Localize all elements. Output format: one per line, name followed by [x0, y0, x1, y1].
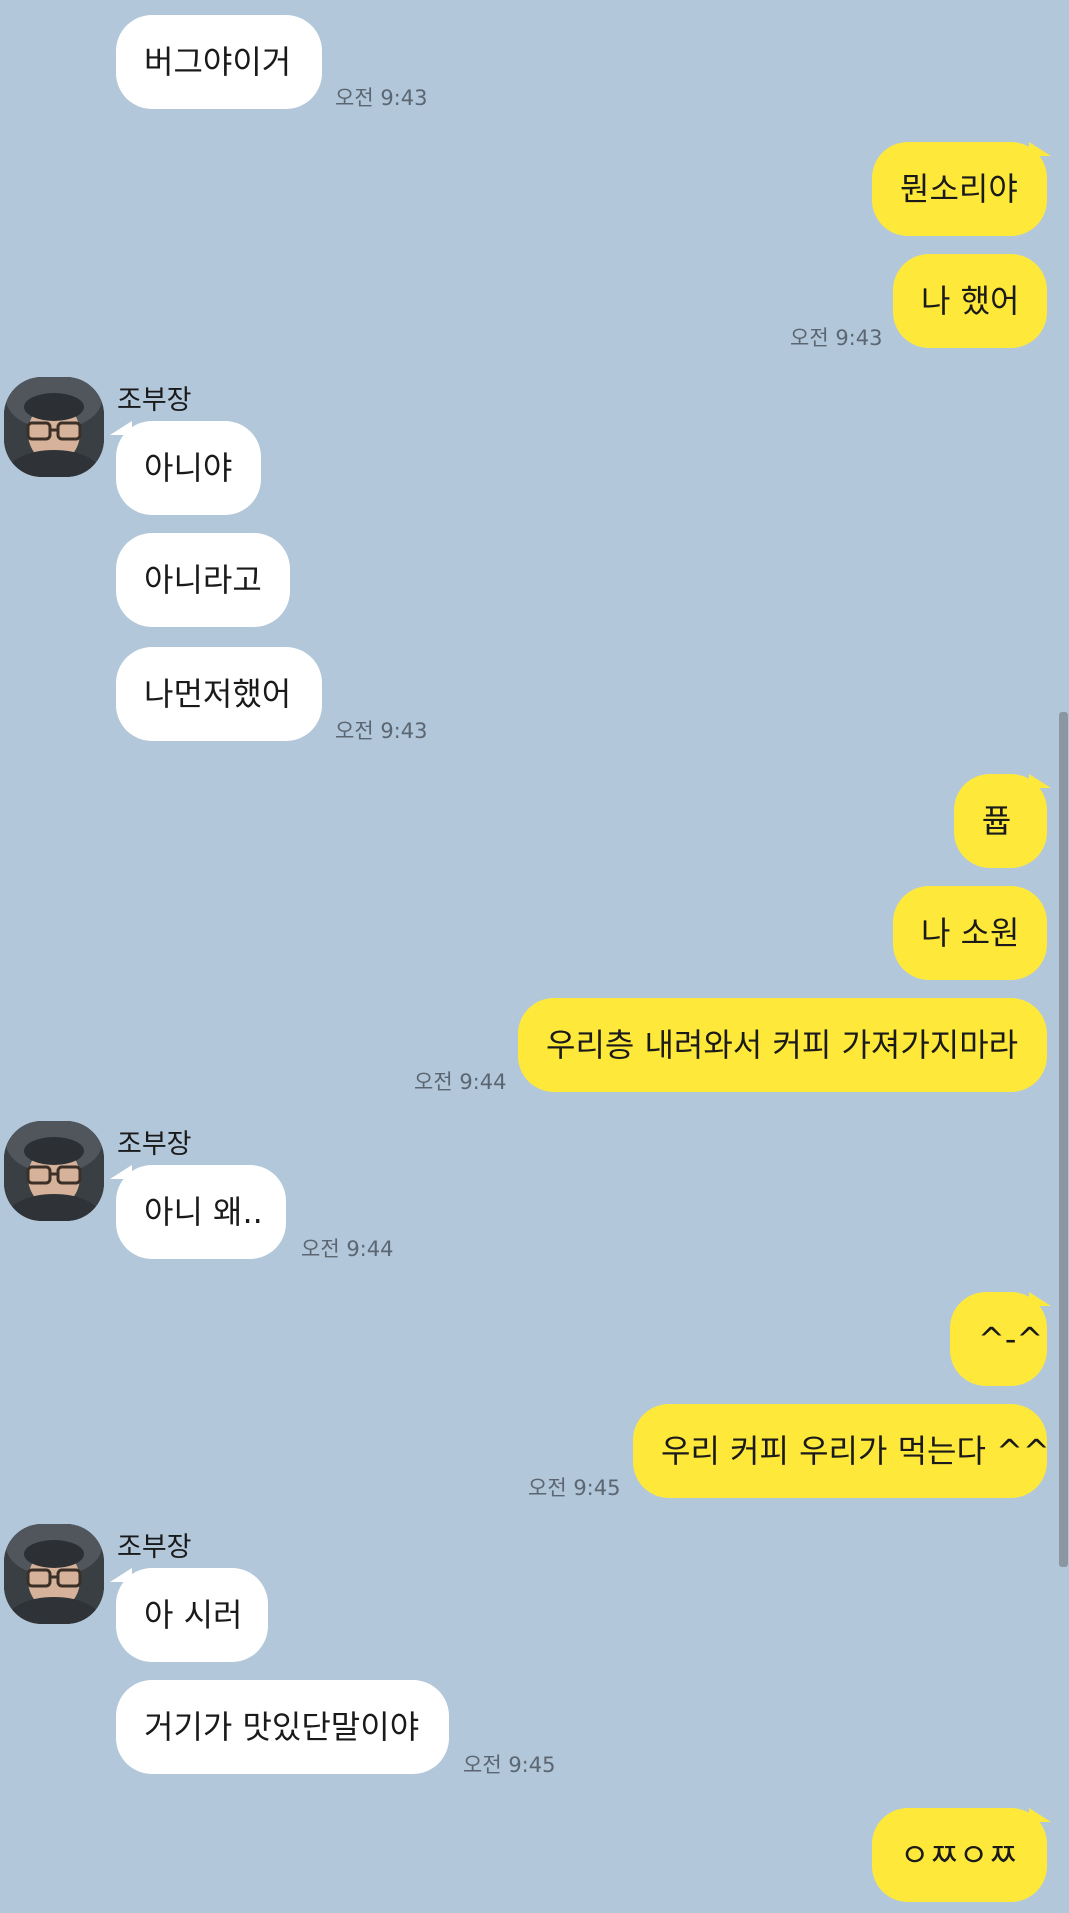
message-timestamp: 오전 9:43 — [335, 719, 428, 743]
sender-avatar[interactable] — [4, 377, 104, 477]
message-text: ㅇㅉㅇㅉ — [900, 1836, 1018, 1874]
message-text: 아 시러 — [144, 1596, 243, 1634]
incoming-message-bubble[interactable]: 아 시러 — [116, 1568, 268, 1662]
profile-photo-icon — [4, 1121, 104, 1221]
incoming-message-bubble[interactable]: 나먼저했어 — [116, 647, 322, 741]
outgoing-message-bubble[interactable]: 뭔소리야 — [872, 142, 1047, 236]
outgoing-message-bubble[interactable]: 나 소원 — [893, 886, 1047, 980]
profile-photo-icon — [4, 377, 104, 477]
message-timestamp: 오전 9:45 — [463, 1753, 556, 1777]
sender-avatar[interactable] — [4, 1524, 104, 1624]
message-timestamp: 오전 9:43 — [335, 86, 428, 110]
incoming-message-bubble[interactable]: 거기가 맛있단말이야 — [116, 1680, 449, 1774]
incoming-message-bubble[interactable]: 아니 왜.. — [116, 1165, 286, 1259]
sender-name: 조부장 — [117, 1532, 192, 1563]
message-timestamp: 오전 9:44 — [414, 1070, 507, 1094]
incoming-message-bubble[interactable]: 아니야 — [116, 421, 261, 515]
outgoing-message-bubble[interactable]: 우리층 내려와서 커피 가져가지마라 — [518, 998, 1047, 1092]
message-text: 퓹 — [982, 802, 1012, 840]
message-text: ^-^ — [978, 1320, 1044, 1358]
sender-avatar[interactable] — [4, 1121, 104, 1221]
message-text: 뭔소리야 — [900, 170, 1018, 208]
message-text: 거기가 맛있단말이야 — [144, 1708, 420, 1746]
message-text: 아니 왜.. — [144, 1193, 263, 1231]
incoming-message-bubble[interactable]: 버그야이거 — [116, 15, 322, 109]
outgoing-message-bubble[interactable]: 나 했어 — [893, 254, 1047, 348]
message-text: 버그야이거 — [144, 43, 292, 81]
message-text: 우리 커피 우리가 먹는다 ^^ — [661, 1432, 1050, 1470]
message-text: 나 소원 — [921, 914, 1020, 952]
message-text: 나 했어 — [921, 282, 1020, 320]
message-text: 아니라고 — [144, 561, 262, 599]
outgoing-message-bubble[interactable]: 퓹 — [954, 774, 1047, 868]
sender-name: 조부장 — [117, 385, 192, 416]
message-text: 우리층 내려와서 커피 가져가지마라 — [546, 1026, 1019, 1064]
message-timestamp: 오전 9:43 — [790, 326, 883, 350]
message-timestamp: 오전 9:44 — [301, 1237, 394, 1261]
scrollbar-thumb[interactable] — [1059, 712, 1068, 1567]
outgoing-message-bubble[interactable]: ^-^ — [950, 1292, 1047, 1386]
outgoing-message-bubble[interactable]: 우리 커피 우리가 먹는다 ^^ — [633, 1404, 1050, 1498]
profile-photo-icon — [4, 1524, 104, 1624]
message-text: 나먼저했어 — [144, 675, 292, 713]
outgoing-message-bubble[interactable]: ㅇㅉㅇㅉ — [872, 1808, 1047, 1902]
message-text: 아니야 — [144, 449, 233, 487]
sender-name: 조부장 — [117, 1129, 192, 1160]
message-timestamp: 오전 9:45 — [528, 1476, 621, 1500]
incoming-message-bubble[interactable]: 아니라고 — [116, 533, 290, 627]
